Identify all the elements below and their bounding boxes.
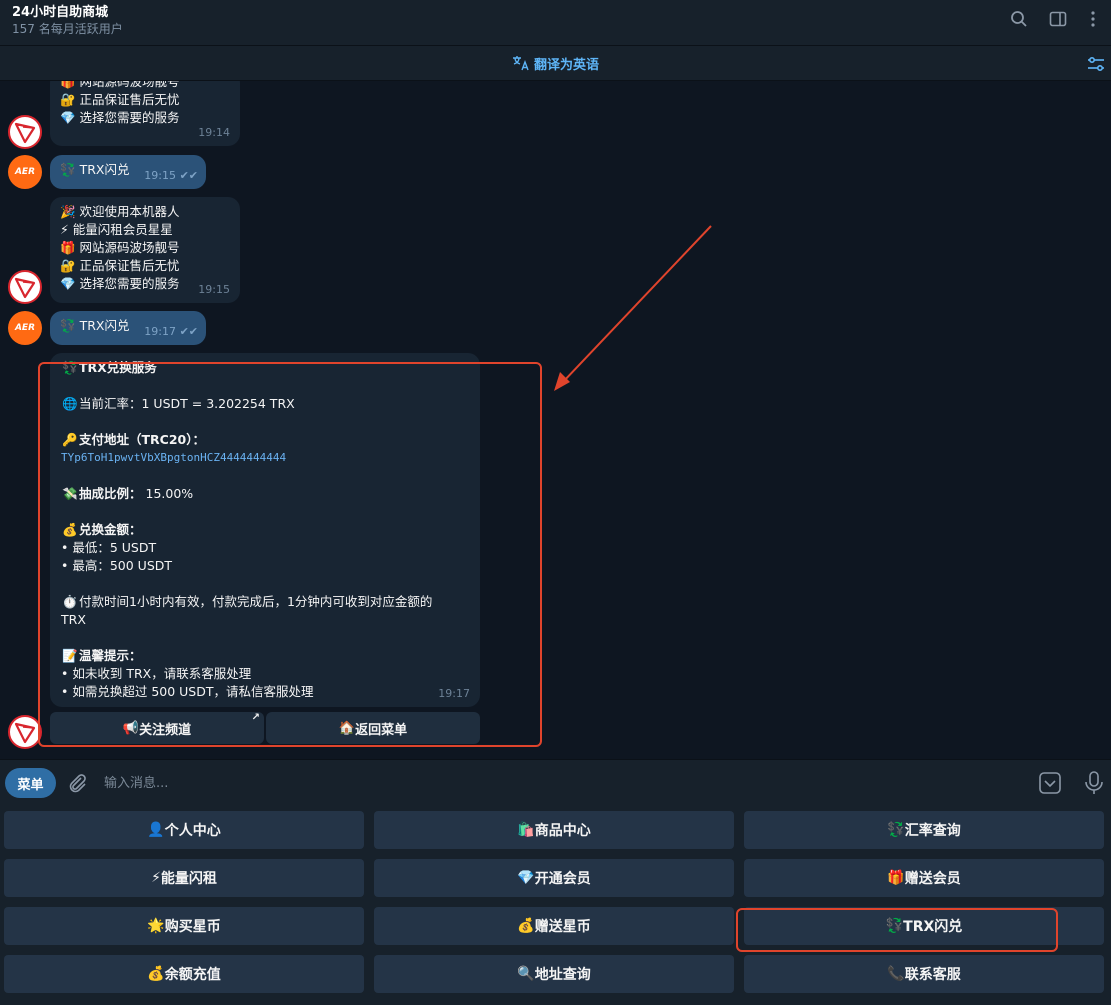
kb-personal-center[interactable]: 👤 个人中心 [4, 811, 364, 849]
message-line: 🔐 正品保证售后无忧 [60, 258, 180, 273]
bot-avatar[interactable] [8, 715, 42, 749]
message-line: ⚡ 能量闪租会员星星 [60, 222, 173, 237]
reply-keyboard: 👤 个人中心 🛍️ 商品中心 💱 汇率查询 ⚡ 能量闪租 💎 开通会员 🎁 赠送会员 🌟 购买… [0, 805, 1111, 1005]
kb-label: 赠送星币 [534, 919, 591, 935]
message-line: 🎁 网站源码波场靓号 [60, 240, 180, 255]
paperclip-icon[interactable] [66, 772, 88, 794]
money-bag-icon: 💰 [517, 918, 535, 934]
chat-header[interactable]: 24小时自助商城 157 名每月活跃用户 [0, 0, 1111, 46]
star-icon: 🌟 [147, 918, 165, 934]
swap-icon: 💱 [60, 162, 76, 177]
user-avatar[interactable]: AER [8, 311, 42, 345]
tron-logo-icon [14, 277, 36, 299]
kb-buy-stars[interactable]: 🌟 购买星币 [4, 907, 364, 945]
kb-label: 余额充值 [164, 967, 221, 983]
kb-label: 赠送会员 [904, 871, 961, 887]
kb-label: 个人中心 [164, 823, 221, 839]
kb-contact-support[interactable]: 📞 联系客服 [744, 955, 1104, 993]
annotation-arrow-icon [554, 225, 712, 391]
translate-label: 翻译为英语 [534, 57, 600, 73]
magnifier-icon: 🔍 [517, 966, 535, 982]
diamond-icon: 💎 [517, 870, 535, 886]
message-list[interactable]: 🎁 网站源码波场靓号 🔐 正品保证售后无忧 💎 选择您需要的服务 19:14 A… [0, 81, 1111, 759]
keyboard-toggle-icon[interactable] [1038, 771, 1062, 795]
bot-avatar[interactable] [8, 270, 42, 304]
shopping-bags-icon: 🛍️ [517, 822, 535, 838]
phone-icon: 📞 [887, 966, 905, 982]
message-time: 19:14 [198, 126, 230, 139]
message-text: TRX闪兑 [79, 162, 130, 177]
bot-message[interactable]: 🎁 网站源码波场靓号 🔐 正品保证售后无忧 💎 选择您需要的服务 19:14 [50, 81, 240, 146]
swap-icon: 💱 [60, 318, 76, 333]
annotation-highlight-box [38, 362, 542, 747]
message-line: 🔐 正品保证售后无忧 [60, 92, 180, 107]
gift-icon: 🎁 [887, 870, 905, 886]
translate-icon [513, 56, 529, 71]
sidebar-toggle-icon[interactable] [1049, 10, 1067, 28]
kb-open-membership[interactable]: 💎 开通会员 [374, 859, 734, 897]
kb-label: 地址查询 [534, 967, 591, 983]
message-time: 19:15 [144, 169, 176, 182]
kb-label: 商品中心 [534, 823, 591, 839]
kb-label: 联系客服 [904, 967, 961, 983]
filter-settings-icon[interactable] [1087, 55, 1105, 73]
kb-energy-rent[interactable]: ⚡ 能量闪租 [4, 859, 364, 897]
kb-label: 汇率查询 [904, 823, 961, 839]
message-line: 🎁 网站源码波场靓号 [60, 81, 180, 89]
lightning-icon: ⚡ [151, 870, 161, 886]
more-options-icon[interactable] [1085, 10, 1101, 28]
person-icon: 👤 [147, 822, 165, 838]
kb-product-center[interactable]: 🛍️ 商品中心 [374, 811, 734, 849]
translate-button[interactable]: 翻译为英语 [512, 54, 600, 73]
read-receipt-icon: ✔✔ [179, 169, 198, 182]
translate-bar: 翻译为英语 [0, 46, 1111, 81]
read-receipt-icon: ✔✔ [179, 325, 198, 338]
tron-logo-icon [14, 122, 36, 144]
tron-logo-icon [14, 722, 36, 744]
chat-title[interactable]: 24小时自助商城 [12, 1, 108, 20]
user-message[interactable]: 💱 TRX闪兑 19:15 ✔✔ [50, 155, 206, 189]
microphone-icon[interactable] [1082, 770, 1106, 796]
kb-gift-stars[interactable]: 💰 赠送星币 [374, 907, 734, 945]
search-icon[interactable] [1010, 10, 1028, 28]
bot-avatar[interactable] [8, 115, 42, 149]
money-bag-icon: 💰 [147, 966, 165, 982]
kb-balance-topup[interactable]: 💰 余额充值 [4, 955, 364, 993]
annotation-highlight-box [736, 908, 1058, 952]
kb-label: 购买星币 [164, 919, 221, 935]
bot-message[interactable]: 🎉 欢迎使用本机器人 ⚡ 能量闪租会员星星 🎁 网站源码波场靓号 🔐 正品保证售… [50, 197, 240, 303]
message-text: TRX闪兑 [79, 318, 130, 333]
message-composer: 菜单 [0, 759, 1111, 805]
message-input[interactable] [104, 772, 1004, 794]
message-time: 19:17 [144, 325, 176, 338]
kb-gift-membership[interactable]: 🎁 赠送会员 [744, 859, 1104, 897]
message-line: 🎉 欢迎使用本机器人 [60, 204, 180, 219]
member-count: 157 名每月活跃用户 [12, 22, 123, 36]
bot-menu-button[interactable]: 菜单 [5, 768, 56, 798]
kb-label: 开通会员 [534, 871, 591, 887]
kb-address-query[interactable]: 🔍 地址查询 [374, 955, 734, 993]
user-avatar[interactable]: AER [8, 155, 42, 189]
message-time: 19:15 [198, 283, 230, 296]
kb-label: 能量闪租 [160, 871, 217, 887]
kb-rate-query[interactable]: 💱 汇率查询 [744, 811, 1104, 849]
swap-icon: 💱 [887, 822, 905, 838]
user-message[interactable]: 💱 TRX闪兑 19:17 ✔✔ [50, 311, 206, 345]
